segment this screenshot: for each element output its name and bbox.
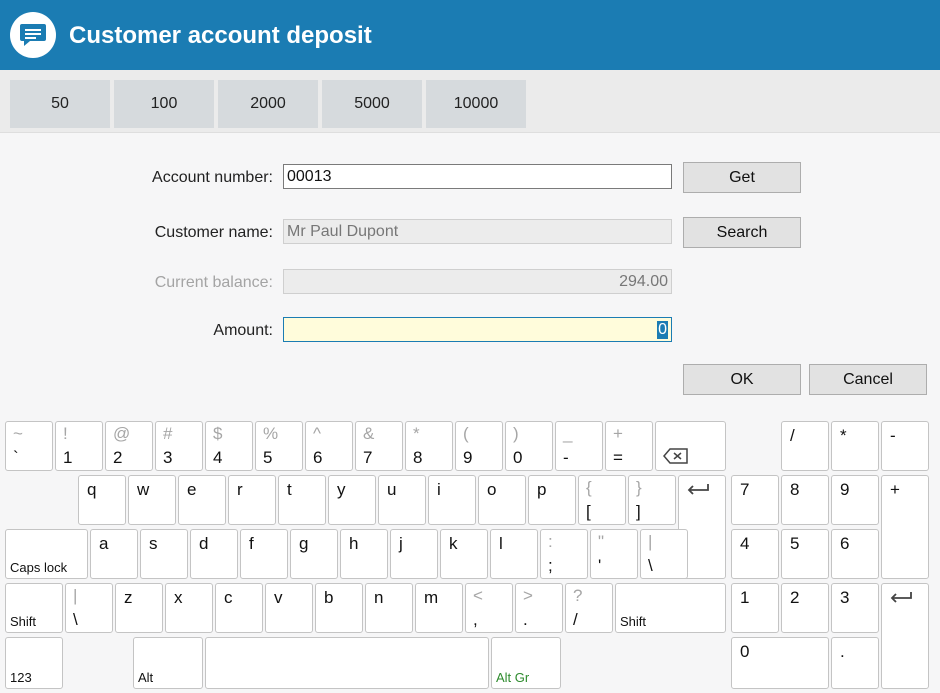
key-a[interactable]: a (90, 529, 138, 579)
key-l[interactable]: l (490, 529, 538, 579)
key-123-mode[interactable]: 123 (5, 637, 63, 689)
key-n[interactable]: n (365, 583, 413, 633)
numpad-7[interactable]: 7 (731, 475, 779, 525)
key-semicolon[interactable]: :; (540, 529, 588, 579)
key-backtick[interactable]: ~ ` (5, 421, 53, 471)
key-s[interactable]: s (140, 529, 188, 579)
numpad-6[interactable]: 6 (831, 529, 879, 579)
key-comma[interactable]: <, (465, 583, 513, 633)
key-0[interactable]: ) 0 (505, 421, 553, 471)
preset-50-button[interactable]: 50 (10, 80, 110, 128)
key-equals[interactable]: + = (605, 421, 653, 471)
key-g[interactable]: g (290, 529, 338, 579)
key-q[interactable]: q (78, 475, 126, 525)
key-e[interactable]: e (178, 475, 226, 525)
amount-label: Amount: (213, 322, 273, 339)
key-z[interactable]: z (115, 583, 163, 633)
key-minus[interactable]: _ - (555, 421, 603, 471)
key-h[interactable]: h (340, 529, 388, 579)
key-p[interactable]: p (528, 475, 576, 525)
key-b[interactable]: b (315, 583, 363, 633)
numpad-2[interactable]: 2 (781, 583, 829, 633)
current-balance-field: 294.00 (283, 269, 672, 294)
preset-amounts-bar: 50 100 2000 5000 10000 (0, 70, 940, 133)
key-2[interactable]: @2 (105, 421, 153, 471)
key-i[interactable]: i (428, 475, 476, 525)
key-space[interactable] (205, 637, 489, 689)
key-o[interactable]: o (478, 475, 526, 525)
customer-name-field: Mr Paul Dupont (283, 219, 672, 244)
key-v[interactable]: v (265, 583, 313, 633)
numpad-5[interactable]: 5 (781, 529, 829, 579)
key-alt[interactable]: Alt (133, 637, 203, 689)
backspace-icon (663, 448, 689, 469)
key-alt-gr[interactable]: Alt Gr (491, 637, 561, 689)
numpad-decimal[interactable]: . (831, 637, 879, 689)
numpad-enter[interactable] (881, 583, 929, 689)
ok-button[interactable]: OK (683, 364, 801, 395)
key-right-bracket[interactable]: }] (628, 475, 676, 525)
key-period[interactable]: >. (515, 583, 563, 633)
key-f[interactable]: f (240, 529, 288, 579)
search-button[interactable]: Search (683, 217, 801, 248)
key-8[interactable]: * 8 (405, 421, 453, 471)
numpad-multiply[interactable]: * (831, 421, 879, 471)
preset-2000-button[interactable]: 2000 (218, 80, 318, 128)
key-backslash[interactable]: | \ (640, 529, 688, 579)
preset-10000-button[interactable]: 10000 (426, 80, 526, 128)
key-y[interactable]: y (328, 475, 376, 525)
key-c[interactable]: c (215, 583, 263, 633)
numpad-0[interactable]: 0 (731, 637, 829, 689)
account-number-label: Account number: (152, 169, 273, 186)
key-t[interactable]: t (278, 475, 326, 525)
enter-icon (889, 590, 913, 609)
numpad-4[interactable]: 4 (731, 529, 779, 579)
amount-input[interactable]: 0 (283, 317, 672, 342)
preset-5000-button[interactable]: 5000 (322, 80, 422, 128)
title-bar: Customer account deposit (0, 0, 940, 70)
key-right-shift[interactable]: Shift (615, 583, 726, 633)
get-button[interactable]: Get (683, 162, 801, 193)
chat-bubble-icon (10, 12, 56, 58)
numpad-subtract[interactable]: - (881, 421, 929, 471)
enter-icon (686, 482, 710, 501)
key-9[interactable]: (9 (455, 421, 503, 471)
key-intl-backslash[interactable]: | \ (65, 583, 113, 633)
window-title: Customer account deposit (69, 22, 372, 49)
preset-100-button[interactable]: 100 (114, 80, 214, 128)
key-left-shift[interactable]: Shift (5, 583, 63, 633)
key-caps-lock[interactable]: Caps lock (5, 529, 88, 579)
key-slash[interactable]: ? / (565, 583, 613, 633)
key-u[interactable]: u (378, 475, 426, 525)
numpad-3[interactable]: 3 (831, 583, 879, 633)
numpad-9[interactable]: 9 (831, 475, 879, 525)
key-w[interactable]: w (128, 475, 176, 525)
key-k[interactable]: k (440, 529, 488, 579)
account-number-input[interactable]: 00013 (283, 164, 672, 189)
key-5[interactable]: % 5 (255, 421, 303, 471)
key-r[interactable]: r (228, 475, 276, 525)
key-3[interactable]: #3 (155, 421, 203, 471)
key-d[interactable]: d (190, 529, 238, 579)
numpad-8[interactable]: 8 (781, 475, 829, 525)
key-1[interactable]: ! 1 (55, 421, 103, 471)
key-7[interactable]: & 7 (355, 421, 403, 471)
cancel-button[interactable]: Cancel (809, 364, 927, 395)
numpad-divide[interactable]: / (781, 421, 829, 471)
key-quote[interactable]: " ' (590, 529, 638, 579)
current-balance-label: Current balance: (154, 274, 273, 291)
key-m[interactable]: m (415, 583, 463, 633)
numpad-add[interactable]: + (881, 475, 929, 579)
key-j[interactable]: j (390, 529, 438, 579)
key-x[interactable]: x (165, 583, 213, 633)
key-left-bracket[interactable]: {[ (578, 475, 626, 525)
key-backspace[interactable] (655, 421, 726, 471)
key-6[interactable]: ^ 6 (305, 421, 353, 471)
key-4[interactable]: $4 (205, 421, 253, 471)
customer-name-label: Customer name: (154, 224, 273, 241)
numpad-1[interactable]: 1 (731, 583, 779, 633)
